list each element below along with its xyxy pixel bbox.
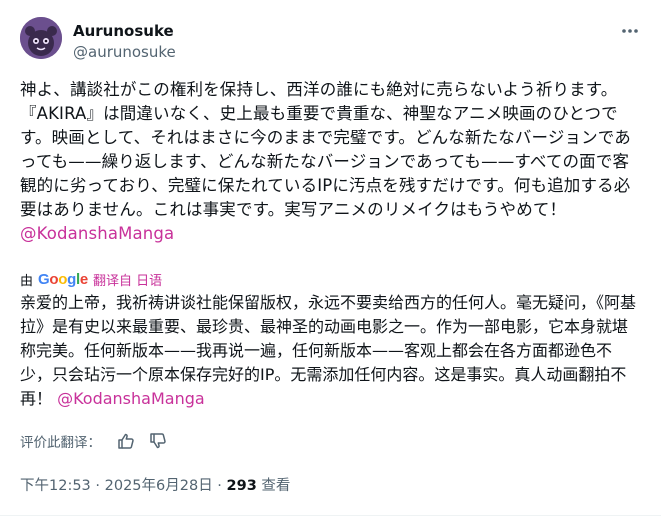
post-meta: 下午12:53 · 2025年6月28日 · 293 查看 bbox=[20, 476, 290, 496]
more-icon bbox=[622, 29, 638, 33]
translated-by-label: 由 bbox=[20, 273, 34, 289]
post-original-text: 神よ、講談社がこの権利を保持し、西洋の誰にも絶対に売らないよう祈ります。『AKI… bbox=[20, 78, 644, 246]
thumbs-up-icon bbox=[118, 433, 134, 449]
more-button[interactable] bbox=[619, 20, 641, 42]
post-translated-text: 亲爱的上帝，我祈祷讲谈社能保留版权，永远不要卖给西方的任何人。毫无疑问，《阿基拉… bbox=[20, 291, 642, 411]
author-name[interactable]: Aurunosuke bbox=[73, 21, 174, 41]
translated-mention-link[interactable]: @KodanshaManga bbox=[57, 389, 205, 408]
thumbs-down-button[interactable] bbox=[149, 432, 167, 450]
divider bbox=[0, 515, 661, 516]
avatar-mascot-icon bbox=[20, 17, 62, 59]
rate-translation: 评价此翻译： bbox=[20, 430, 181, 452]
google-logo: Google bbox=[38, 270, 88, 288]
meta-separator: · bbox=[90, 478, 105, 494]
original-mention-link[interactable]: @KodanshaManga bbox=[20, 224, 174, 243]
post-time[interactable]: 下午12:53 bbox=[20, 478, 91, 494]
post-card: Aurunosuke @aurunosuke 神よ、講談社がこの権利を保持し、西… bbox=[0, 0, 661, 521]
meta-separator-2: · bbox=[212, 478, 227, 494]
thumbs-up-button[interactable] bbox=[117, 432, 135, 450]
translation-attribution: 由 Google 翻译自 日语 bbox=[20, 270, 162, 289]
rate-translation-label: 评价此翻译： bbox=[20, 435, 101, 451]
avatar[interactable] bbox=[20, 17, 62, 59]
views-label: 查看 bbox=[256, 478, 291, 494]
translated-from-link[interactable]: 翻译自 日语 bbox=[93, 270, 162, 289]
thumbs-down-icon bbox=[150, 433, 166, 449]
original-text-body: 神よ、講談社がこの権利を保持し、西洋の誰にも絶対に売らないよう祈ります。『AKI… bbox=[20, 80, 631, 219]
author-handle[interactable]: @aurunosuke bbox=[73, 42, 176, 62]
post-date[interactable]: 2025年6月28日 bbox=[105, 478, 213, 494]
view-count: 293 bbox=[226, 478, 257, 494]
